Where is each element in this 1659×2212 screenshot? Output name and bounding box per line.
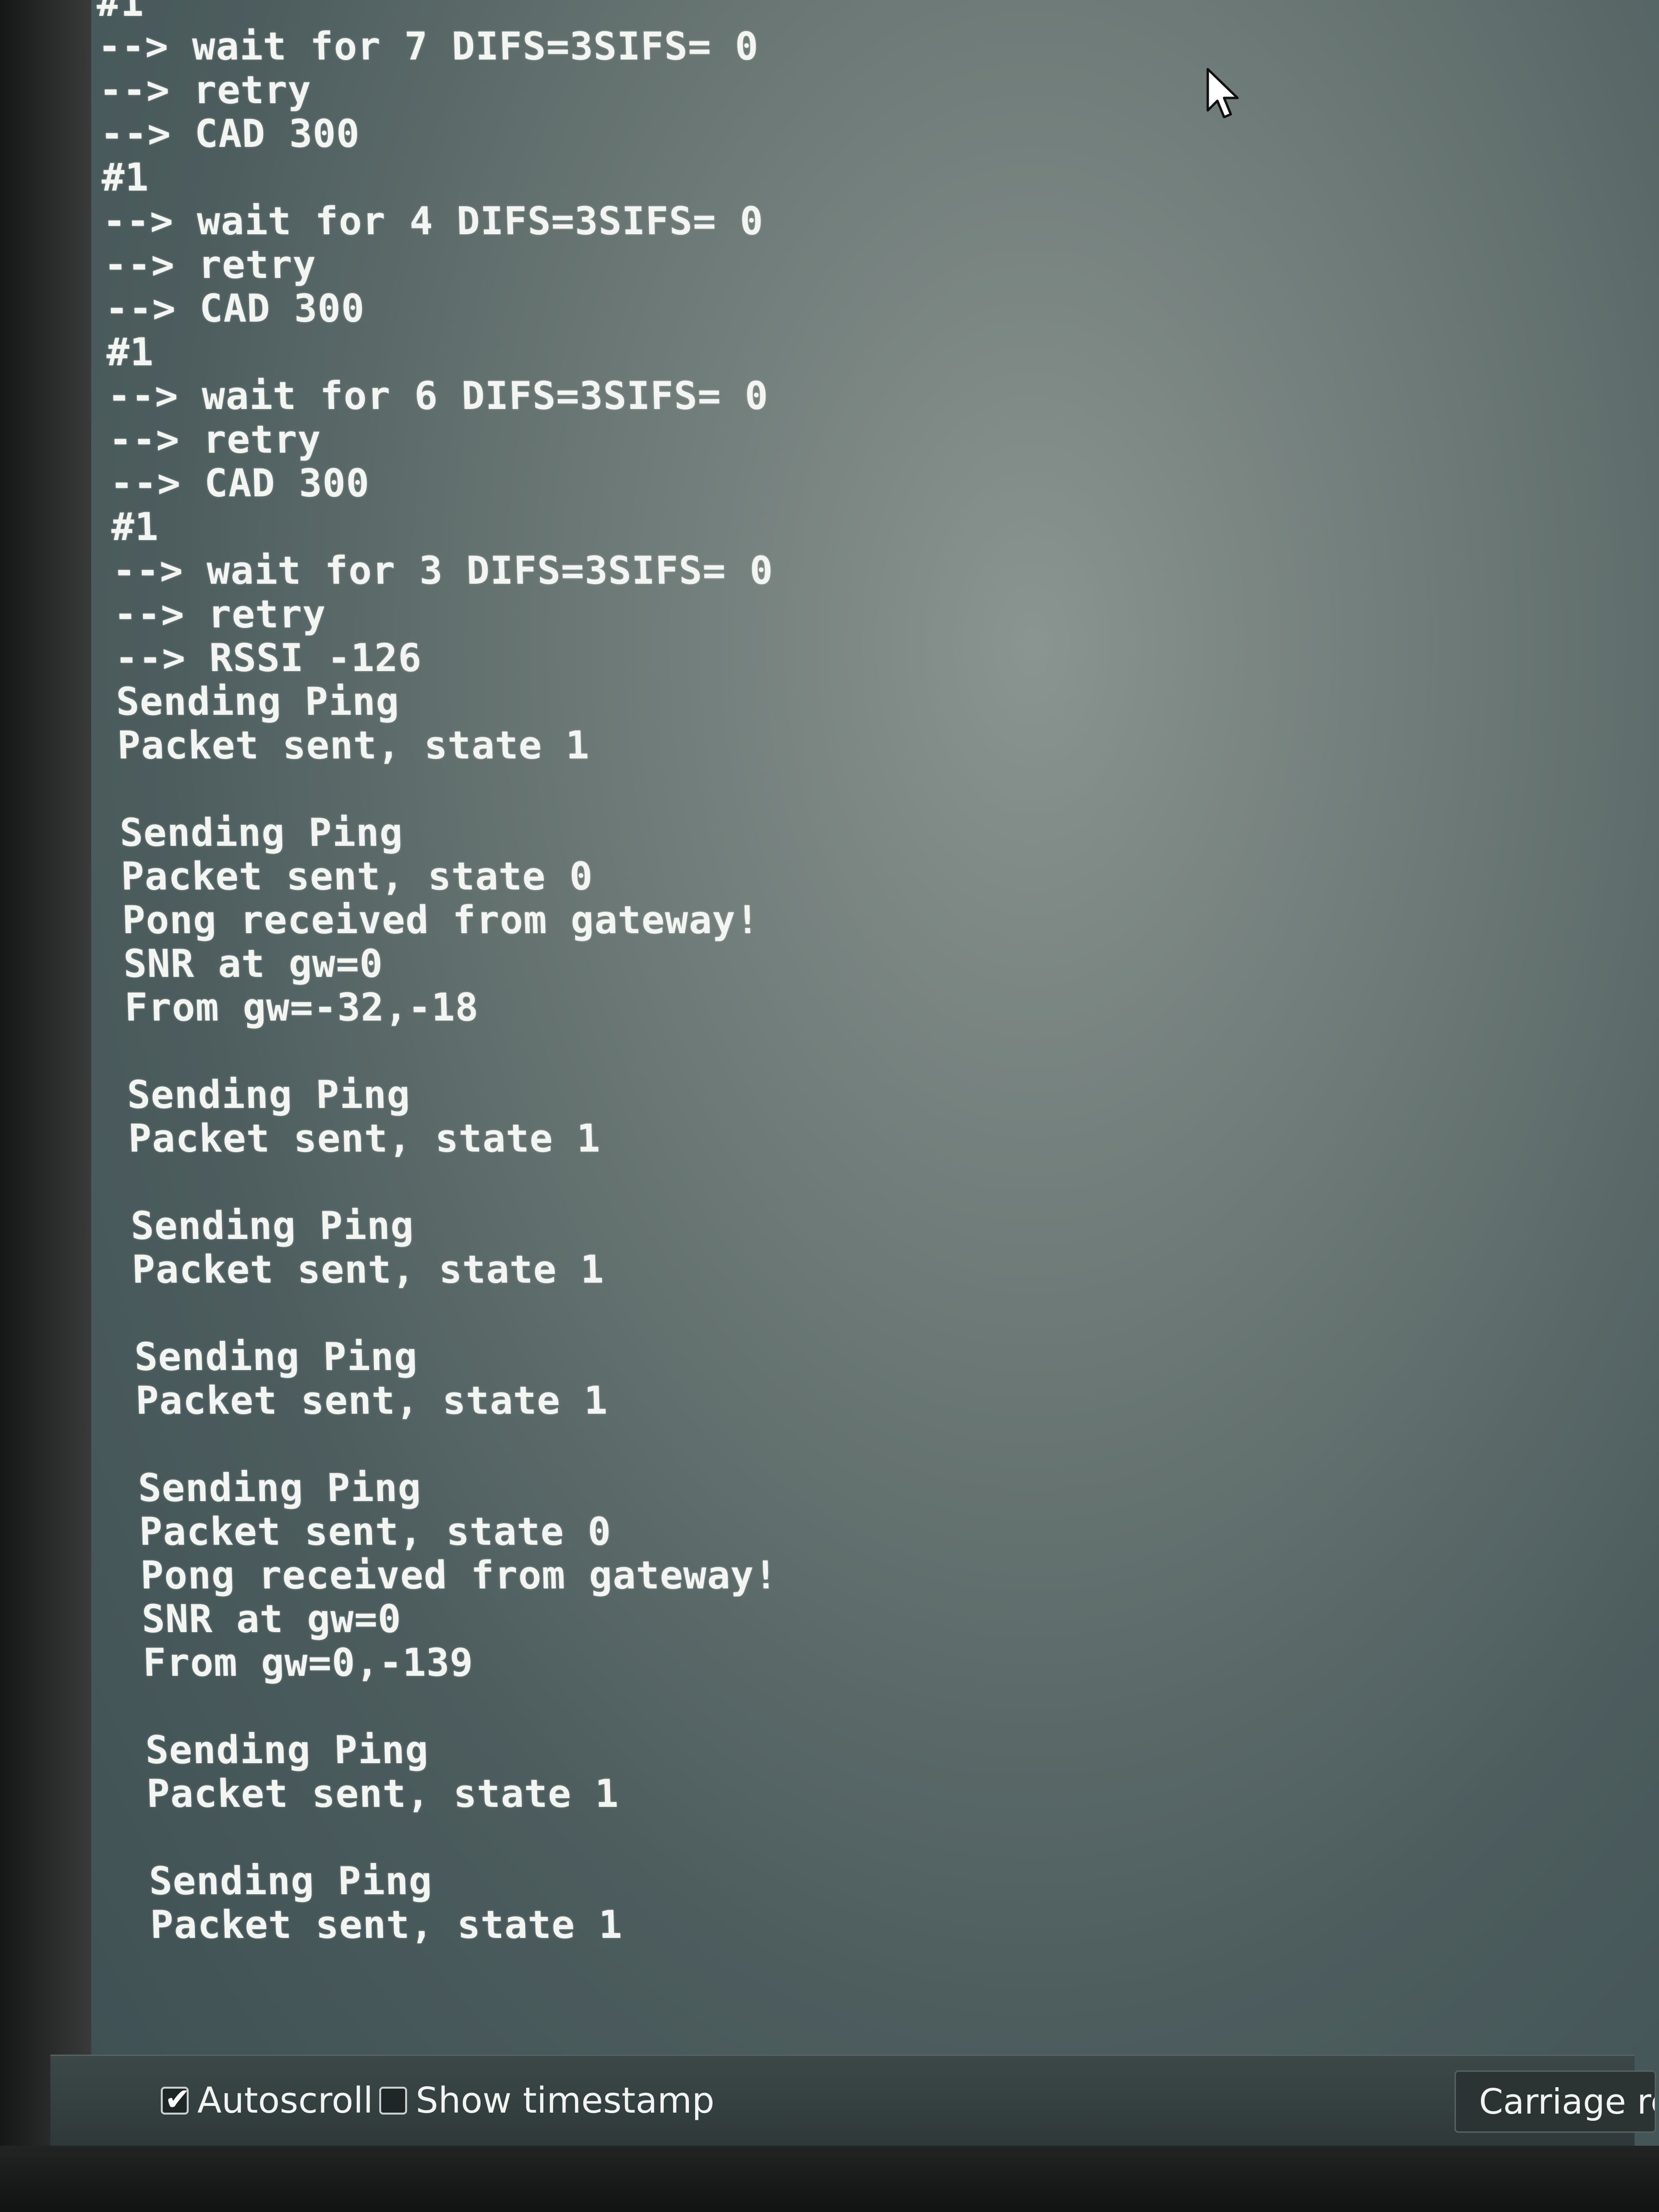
output-line: Packet sent, state 0 xyxy=(138,1509,612,1554)
show-timestamp-checkbox[interactable] xyxy=(379,2087,407,2115)
line-ending-select[interactable]: Carriage re xyxy=(1455,2070,1656,2133)
show-timestamp-label: Show timestamp xyxy=(416,2080,715,2121)
output-line: --> RSSI -126 xyxy=(114,636,422,680)
serial-monitor-toolbar: Autoscroll Show timestamp Carriage re xyxy=(50,2055,1656,2147)
autoscroll-checkbox[interactable] xyxy=(161,2082,191,2117)
output-line: --> retry xyxy=(108,417,322,462)
serial-output-area[interactable]: #1 --> wait for 7 DIFS=3SIFS= 0 --> retry -… xyxy=(96,0,1659,2040)
output-line: From gw=-32,-18 xyxy=(124,985,480,1030)
output-line: Packet sent, state 1 xyxy=(135,1378,609,1423)
output-line: #1 xyxy=(96,0,144,25)
output-line: --> CAD 300 xyxy=(99,111,361,156)
output-line: From gw=0,-139 xyxy=(142,1640,474,1685)
output-line: Packet sent, state 1 xyxy=(117,723,590,768)
output-line: SNR at gw=0 xyxy=(141,1597,402,1641)
output-line: Sending Ping xyxy=(130,1203,415,1248)
monitor-bezel-bottom xyxy=(0,2146,1659,2212)
output-line: --> wait for 3 DIFS=3SIFS= 0 xyxy=(112,548,774,593)
output-line: Packet sent, state 1 xyxy=(128,1116,601,1161)
output-line: Packet sent, state 0 xyxy=(120,854,594,899)
monitor-bezel-left xyxy=(0,0,96,2212)
output-line: Sending Ping xyxy=(133,1334,419,1379)
show-timestamp-option[interactable]: Show timestamp xyxy=(379,2080,714,2121)
serial-monitor-window: #1 --> wait for 7 DIFS=3SIFS= 0 --> retry -… xyxy=(91,0,1659,2146)
output-line: #1 xyxy=(101,155,150,200)
output-line: --> retry xyxy=(103,242,317,287)
output-line: --> wait for 6 DIFS=3SIFS= 0 xyxy=(107,373,769,418)
output-line: --> CAD 300 xyxy=(109,461,371,505)
output-line: #1 xyxy=(106,330,155,374)
output-line: --> wait for 4 DIFS=3SIFS= 0 xyxy=(102,199,764,243)
output-line: Sending Ping xyxy=(126,1072,411,1117)
mouse-pointer-icon xyxy=(1206,68,1239,119)
autoscroll-label: Autoscroll xyxy=(197,2080,373,2121)
output-line: Sending Ping xyxy=(148,1859,433,1903)
autoscroll-option[interactable]: Autoscroll xyxy=(161,2080,373,2121)
output-line: --> wait for 7 DIFS=3SIFS= 0 xyxy=(97,24,759,69)
output-line: Packet sent, state 1 xyxy=(146,1771,620,1816)
output-line: --> retry xyxy=(113,592,327,637)
output-line: --> retry xyxy=(98,68,313,112)
output-line: --> CAD 300 xyxy=(104,286,366,331)
output-line: Sending Ping xyxy=(144,1728,430,1772)
output-line: SNR at gw=0 xyxy=(122,941,384,986)
output-line: Packet sent, state 1 xyxy=(149,1902,623,1947)
output-line: #1 xyxy=(110,505,159,549)
output-line: Pong received from gateway! xyxy=(121,898,760,942)
output-line: Packet sent, state 1 xyxy=(131,1247,605,1292)
line-ending-value: Carriage re xyxy=(1479,2081,1656,2122)
output-line: Sending Ping xyxy=(119,810,404,855)
output-line: Sending Ping xyxy=(137,1466,422,1510)
output-line: Sending Ping xyxy=(115,679,400,724)
output-line: Pong received from gateway! xyxy=(140,1553,779,1598)
